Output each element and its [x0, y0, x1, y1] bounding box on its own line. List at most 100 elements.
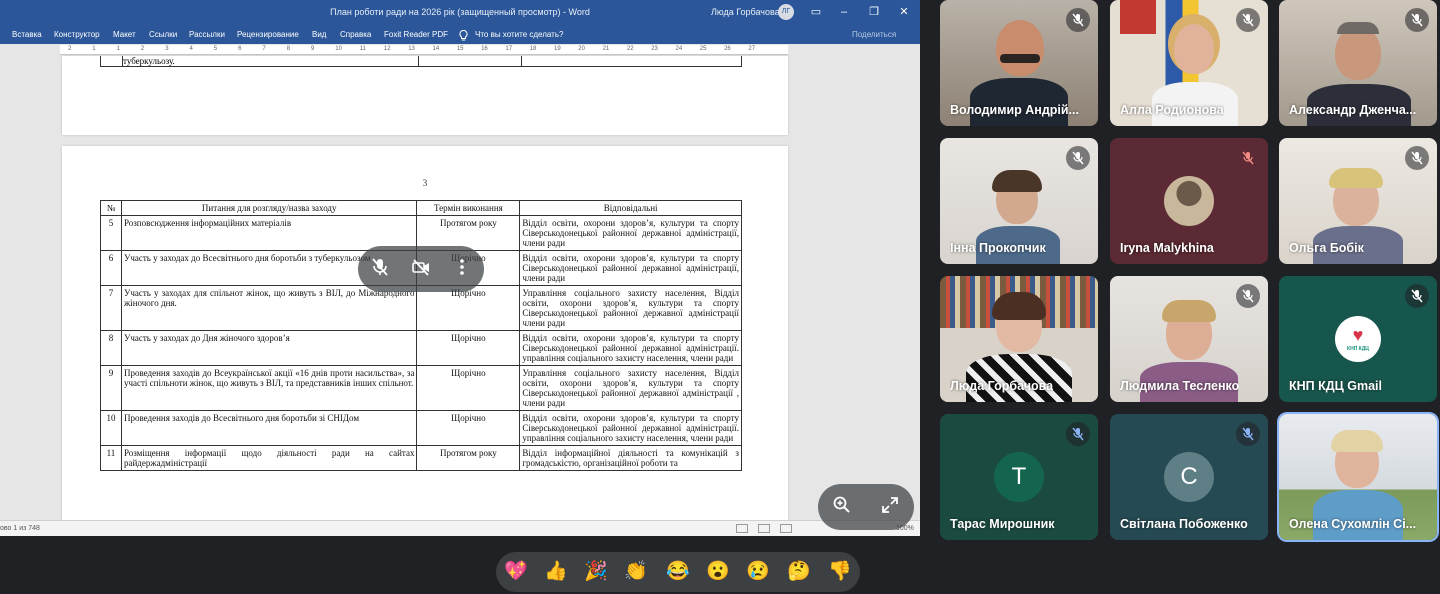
reaction-thumbs-up[interactable]: 👍: [543, 559, 569, 585]
avatar: Т: [994, 452, 1044, 502]
participant-tile[interactable]: Т Тарас Мирошник: [940, 414, 1098, 540]
row-number: 9: [100, 365, 122, 411]
reaction-thumbs-down[interactable]: 👎: [827, 559, 853, 585]
tell-me-search[interactable]: Что вы хотите сделать?: [475, 30, 563, 39]
table-row: 9 Проведення заходів до Всеукраїнської ак…: [100, 365, 742, 411]
mic-off-icon: [1236, 8, 1260, 32]
ruler-tick: 27: [748, 46, 756, 52]
tab-review[interactable]: Рецензирование: [237, 30, 299, 39]
ruler-tick: 23: [651, 46, 658, 52]
header-topic: Питання для розгляду/назва заходу: [120, 200, 418, 216]
mic-off-icon: [1405, 284, 1429, 308]
participant-tile[interactable]: Александр Дженча...: [1279, 0, 1437, 126]
row-term: Щорічно: [416, 330, 521, 366]
row-number: 10: [100, 410, 122, 446]
mic-off-icon: [1236, 422, 1260, 446]
ruler-tick: 1: [116, 46, 120, 52]
row-responsible: Відділ інформаційної діяльності та комун…: [519, 445, 742, 471]
tab-foxit[interactable]: Foxit Reader PDF: [384, 30, 448, 39]
account-avatar[interactable]: ЛГ: [778, 4, 794, 20]
reaction-sad[interactable]: 😢: [745, 559, 771, 585]
mic-off-icon[interactable]: [368, 257, 392, 281]
participant-tile[interactable]: Алла Родионова: [1110, 0, 1268, 126]
header-number: №: [100, 200, 122, 216]
read-mode-icon[interactable]: [736, 524, 748, 533]
row-responsible: Управління соціального захисту населення…: [519, 365, 742, 411]
reaction-clap[interactable]: 👏: [623, 559, 649, 585]
reaction-surprised[interactable]: 😮: [705, 559, 731, 585]
print-layout-icon[interactable]: [758, 524, 770, 533]
share-button[interactable]: Поделиться: [852, 30, 896, 39]
participant-tile[interactable]: Інна Прокопчик: [940, 138, 1098, 264]
ruler-tick: 6: [238, 46, 242, 52]
tab-view[interactable]: Вид: [312, 30, 326, 39]
reaction-laugh[interactable]: 😂: [665, 559, 691, 585]
row-number: 6: [100, 250, 122, 286]
reaction-heart[interactable]: 💖: [503, 559, 529, 585]
row-responsible: Відділ освіти, охорони здоров’я, культур…: [519, 330, 742, 366]
participant-tile[interactable]: Олена Сухомлін Сі...: [1279, 414, 1437, 540]
participant-tile[interactable]: С Світлана Побоженко: [1110, 414, 1268, 540]
ribbon-display-button[interactable]: ▭: [808, 4, 824, 20]
ruler-tick: 16: [481, 46, 488, 52]
avatar: [1164, 176, 1214, 226]
ruler-tick: 17: [505, 46, 513, 52]
word-count[interactable]: ово 1 из 748: [0, 525, 40, 532]
ruler-tick: 14: [432, 46, 440, 52]
close-button[interactable]: ✕: [896, 4, 912, 20]
account-name[interactable]: Люда Горбачова: [711, 7, 780, 17]
row-number: 5: [100, 215, 122, 251]
participant-tile[interactable]: Людмила Тесленко: [1110, 276, 1268, 402]
plan-table: № Питання для розгляду/назва заходу Терм…: [100, 200, 742, 471]
web-layout-icon[interactable]: [780, 524, 792, 533]
participant-name: Люда Горбачова: [950, 379, 1054, 393]
participant-name: Александр Дженча...: [1289, 103, 1417, 117]
row-term: Щорічно: [416, 285, 521, 331]
mic-off-icon: [1236, 146, 1260, 170]
participant-name: Світлана Побоженко: [1120, 517, 1248, 531]
ruler-tick: 4: [189, 46, 193, 52]
tab-insert[interactable]: Вставка: [12, 30, 42, 39]
participant-name: Людмила Тесленко: [1120, 379, 1240, 393]
row-topic: Розміщення інформації щодо діяльності ра…: [120, 445, 418, 471]
participant-name: Алла Родионова: [1120, 103, 1224, 117]
row-number: 8: [100, 330, 122, 366]
lightbulb-icon[interactable]: [459, 29, 468, 43]
document-page-3[interactable]: 3 № Питання для розгляду/назва заходу Те…: [62, 146, 788, 526]
row-topic: Проведення заходів до Всесвітнього дня б…: [120, 410, 418, 446]
tab-layout[interactable]: Макет: [113, 30, 136, 39]
ruler-tick: 15: [456, 46, 464, 52]
camera-off-icon[interactable]: [409, 257, 433, 281]
row-topic: Проведення заходів до Всеукраїнської акц…: [120, 365, 418, 411]
ruler-tick: 1: [92, 46, 96, 52]
row-number: 7: [100, 285, 122, 331]
zoom-in-icon[interactable]: [830, 495, 854, 519]
participant-tile[interactable]: Люда Горбачова: [940, 276, 1098, 402]
restore-button[interactable]: ❐: [866, 4, 882, 20]
reaction-party[interactable]: 🎉: [583, 559, 609, 585]
tab-help[interactable]: Справка: [340, 30, 371, 39]
table-row: 10 Проведення заходів до Всесвітнього дня…: [100, 410, 742, 446]
participant-tile[interactable]: Iryna Malykhina: [1110, 138, 1268, 264]
ruler-tick: 24: [675, 46, 683, 52]
row-responsible: Відділ освіти, охорони здоров’я, культур…: [519, 215, 742, 251]
row-number: 11: [100, 445, 122, 471]
minimize-button[interactable]: –: [836, 4, 852, 20]
mic-off-icon: [1405, 146, 1429, 170]
row-term: Щорічно: [416, 365, 521, 411]
tab-design[interactable]: Конструктор: [54, 30, 100, 39]
tab-mailings[interactable]: Рассылки: [189, 30, 225, 39]
participant-tile[interactable]: ♥ КНП КДЦ КНП КДЦ Gmail: [1279, 276, 1437, 402]
reaction-thinking[interactable]: 🤔: [786, 559, 812, 585]
ruler-tick: 3: [165, 46, 169, 52]
tab-references[interactable]: Ссылки: [149, 30, 177, 39]
ruler-tick: 9: [311, 46, 315, 52]
ruler-tick: 12: [383, 46, 391, 52]
row-term: Щорічно: [416, 410, 521, 446]
more-icon[interactable]: [450, 257, 474, 281]
fullscreen-icon[interactable]: [878, 495, 902, 519]
participant-tile[interactable]: Ольга Бобік: [1279, 138, 1437, 264]
participant-tile[interactable]: Володимир Андрій...: [940, 0, 1098, 126]
horizontal-ruler[interactable]: 2 1 1 2 3 4 5 6 7 8 9 10 11 12 13 14 15 16 17 18 19 20 21 22 23 2…: [60, 45, 788, 55]
participant-name: Тарас Мирошник: [950, 517, 1055, 531]
